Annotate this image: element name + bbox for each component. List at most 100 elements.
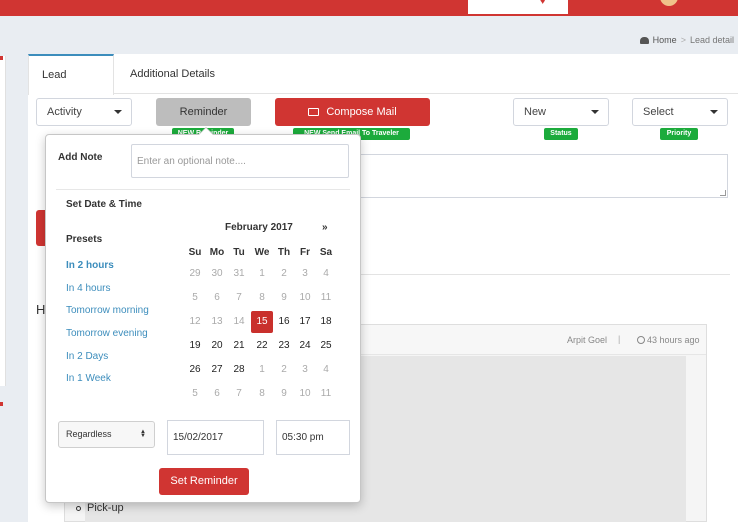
calendar-day[interactable]: 19 xyxy=(184,335,206,357)
calendar-day[interactable]: 23 xyxy=(273,335,295,357)
history-author: Arpit Goel xyxy=(567,335,608,345)
tab-lead-history[interactable]: Lead History xyxy=(28,54,114,119)
calendar-day: 2 xyxy=(281,268,287,279)
calendar-day: 5 xyxy=(192,388,198,399)
preset-tomorrow-morning[interactable]: Tomorrow morning xyxy=(66,305,149,316)
calendar-day: 3 xyxy=(302,364,308,375)
calendar-weekday: Sa xyxy=(319,247,333,258)
caret-down-icon xyxy=(710,110,718,114)
calendar-day: 12 xyxy=(189,316,201,327)
activity-dropdown[interactable]: Activity xyxy=(36,98,132,126)
calendar-day[interactable]: 26 xyxy=(184,359,206,381)
calendar-day: 31 xyxy=(233,268,245,279)
preset-in-2-hours[interactable]: In 2 hours xyxy=(66,260,114,271)
breadcrumb-separator: > xyxy=(680,35,686,45)
calendar-day: 2 xyxy=(281,364,287,375)
priority-dropdown-label: Select xyxy=(643,106,674,118)
set-reminder-button[interactable]: Set Reminder xyxy=(159,468,249,495)
calendar-day[interactable]: 27 xyxy=(206,359,228,381)
priority-badge: Priority xyxy=(660,128,698,140)
presets-label: Presets xyxy=(66,234,103,245)
select-arrows-icon: ▲ ▼ xyxy=(140,429,146,439)
clock-icon xyxy=(637,336,645,344)
caret-down-icon xyxy=(591,110,599,114)
time-condition-select[interactable]: Regardless ▲ ▼ xyxy=(58,421,155,448)
calendar-day: 8 xyxy=(259,292,265,303)
calendar-day[interactable]: 22 xyxy=(251,335,273,357)
time-condition-value: Regardless xyxy=(66,429,112,439)
envelope-icon xyxy=(308,108,320,116)
resize-grip-icon[interactable] xyxy=(720,190,726,196)
history-heading: H xyxy=(36,302,46,317)
top-active-tab[interactable] xyxy=(468,0,568,14)
list-item-label: Pick-up xyxy=(87,502,124,514)
compose-mail-label: Compose Mail xyxy=(326,106,397,118)
calendar-day: 4 xyxy=(323,364,329,375)
calendar-day: 9 xyxy=(281,388,287,399)
breadcrumb-home-link[interactable]: Home xyxy=(653,35,677,45)
breadcrumb: Home > Lead detail xyxy=(639,35,734,45)
list-item: Pick-up xyxy=(76,502,124,514)
reminder-button[interactable]: Reminder xyxy=(156,98,251,126)
lead-tabs: Lead History Additional Details xyxy=(28,54,738,119)
calendar-day: 10 xyxy=(299,292,311,303)
status-dropdown[interactable]: New xyxy=(513,98,609,126)
status-dropdown-label: New xyxy=(524,106,547,118)
activity-dropdown-label: Activity xyxy=(47,106,82,118)
calendar-day: 8 xyxy=(259,388,265,399)
calendar-day: 4 xyxy=(323,268,329,279)
calendar-day[interactable]: 21 xyxy=(228,335,250,357)
calendar-day[interactable]: 24 xyxy=(294,335,316,357)
calendar-day[interactable]: 28 xyxy=(228,359,250,381)
compose-mail-button[interactable]: Compose Mail xyxy=(275,98,430,126)
calendar-weekday: Th xyxy=(277,247,291,258)
calendar-weekday: Tu xyxy=(233,247,245,258)
add-note-label: Add Note xyxy=(58,152,103,163)
calendar-day: 3 xyxy=(302,268,308,279)
sidebar-marker xyxy=(0,56,3,60)
calendar-day: 11 xyxy=(320,388,332,399)
calendar-day: 6 xyxy=(214,292,220,303)
calendar-day[interactable]: 25 xyxy=(315,335,337,357)
user-avatar[interactable] xyxy=(660,0,678,6)
calendar-day: 10 xyxy=(299,388,311,399)
calendar-day: 5 xyxy=(192,292,198,303)
calendar-next-button[interactable]: » xyxy=(322,222,328,233)
home-icon xyxy=(639,36,649,44)
calendar-day: 9 xyxy=(281,292,287,303)
calendar-day: 29 xyxy=(189,268,201,279)
calendar-day[interactable]: 18 xyxy=(315,311,337,333)
history-time: 43 hours ago xyxy=(637,335,700,345)
preset-in-2-days[interactable]: In 2 Days xyxy=(66,351,108,362)
sidebar-marker xyxy=(0,402,3,406)
calendar-weekday: We xyxy=(254,247,270,258)
calendar-day[interactable]: 17 xyxy=(294,311,316,333)
divider xyxy=(360,274,730,275)
reminder-popover: Add Note Set Date & Time Presets In 2 ho… xyxy=(45,127,361,503)
calendar-day-selected[interactable]: 15 xyxy=(251,311,273,333)
calendar-day[interactable]: 20 xyxy=(206,335,228,357)
calendar-day: 13 xyxy=(211,316,223,327)
reminder-time-input[interactable]: 05:30 pm xyxy=(276,420,350,455)
calendar-month-label[interactable]: February 2017 xyxy=(225,222,293,233)
reminder-date-input[interactable]: 15/02/2017 xyxy=(167,420,264,455)
top-navbar: ♥ xyxy=(0,0,738,16)
preset-in-1-week[interactable]: In 1 Week xyxy=(66,373,111,384)
calendar-day: 1 xyxy=(259,268,265,279)
tab-additional-details[interactable]: Additional Details xyxy=(117,54,228,94)
calendar-day: 7 xyxy=(236,292,242,303)
preset-in-4-hours[interactable]: In 4 hours xyxy=(66,283,110,294)
calendar-day: 7 xyxy=(236,388,242,399)
calendar-day[interactable]: 16 xyxy=(273,311,295,333)
heart-icon[interactable]: ♥ xyxy=(540,0,545,6)
bullet-icon xyxy=(76,505,81,511)
calendar-weekday: Fr xyxy=(300,247,310,258)
priority-dropdown[interactable]: Select xyxy=(632,98,728,126)
notes-textarea[interactable] xyxy=(360,154,728,198)
divider xyxy=(56,189,350,190)
caret-down-icon xyxy=(114,110,122,114)
note-input[interactable] xyxy=(131,144,349,178)
calendar-weekday: Mo xyxy=(209,247,225,258)
sidebar-edge xyxy=(0,56,6,386)
preset-tomorrow-evening[interactable]: Tomorrow evening xyxy=(66,328,148,339)
